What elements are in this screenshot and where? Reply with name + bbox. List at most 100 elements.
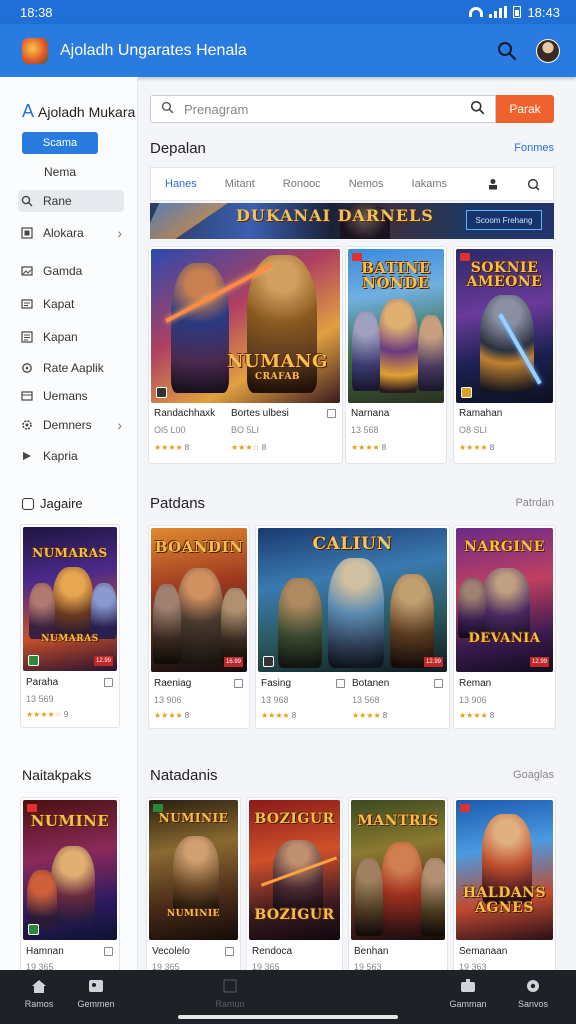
game-card[interactable]: SOKNIE AMEONE Ramahan O8 SLI ★★★★ 8 xyxy=(453,246,556,464)
side-game-card[interactable]: NUMINE Hamnan 19 365 xyxy=(20,797,120,977)
avatar[interactable] xyxy=(536,38,560,63)
game-card[interactable]: NUMANG CRAFAB Randachhaxk Bortes ulbesi … xyxy=(148,246,343,464)
status-bar: 18:38 18:43 xyxy=(0,0,576,24)
game-name: Ramahan xyxy=(459,408,503,419)
rating-stars-2: ★★★☆ 8 xyxy=(231,443,267,452)
home-indicator[interactable] xyxy=(178,1015,398,1019)
nav-gemmen[interactable]: Gemmen xyxy=(66,978,126,1009)
game-card[interactable]: BATINE NONDE Narnana 13 568 ★★★★ 8 xyxy=(345,246,447,464)
wishlist-checkbox[interactable] xyxy=(434,679,443,688)
sidebar-item-kapan[interactable]: Kapan xyxy=(18,326,124,348)
search-icon[interactable] xyxy=(496,40,518,62)
cover-title: NUMANG xyxy=(227,351,328,372)
platform-badge xyxy=(156,387,167,398)
sidebar-item-alokara[interactable]: Alokara › xyxy=(18,222,124,244)
side-game-card[interactable]: NUMARAS NUMARAS 12.99 Paraha 13 569 ★★★★… xyxy=(20,524,120,728)
cover-title: BATINE NONDE xyxy=(361,259,431,292)
sidebar-item-label: Gamda xyxy=(43,264,83,278)
game-card[interactable]: MANTRIS Benhan 19 563 xyxy=(348,797,448,977)
settings-icon xyxy=(20,418,34,432)
platform-badge xyxy=(28,655,39,666)
tab-nemos[interactable]: Nemos xyxy=(349,178,384,190)
section-title: Natadanis xyxy=(150,767,218,784)
sidebar-item-label: Uemans xyxy=(43,389,88,403)
game-card[interactable]: CALIUN 12.99 Fasing Botanen 13 968 13 56… xyxy=(255,525,450,729)
game-name: Hamnan xyxy=(26,946,64,957)
list-icon xyxy=(20,330,34,344)
rating-stars: ★★★★ 8 xyxy=(261,711,297,720)
rating-stars: ★★★★ 8 xyxy=(459,443,495,452)
sidebar-item-rate-aaplik[interactable]: Rate Aaplik xyxy=(18,357,124,379)
tab-ronooc[interactable]: Ronooc xyxy=(283,178,321,190)
game-card[interactable]: BOZIGUR BOZIGUR Rendoca 19 365 xyxy=(246,797,343,977)
chevron-right-icon: › xyxy=(117,225,122,241)
game-card[interactable]: NARGINE DEVANIA 12.99 Reman 13 906 ★★★★ 8 xyxy=(453,525,556,729)
wishlist-checkbox[interactable] xyxy=(336,679,345,688)
search-icon[interactable] xyxy=(525,176,541,192)
sidebar-pill-button[interactable]: Scama xyxy=(22,132,98,154)
rating-stars: ★★★★ 8 xyxy=(459,711,495,720)
sidebar-item-demners[interactable]: Demners › xyxy=(18,414,124,436)
platform-badge xyxy=(263,656,274,667)
promo-banner[interactable]: DUKANAI DARNELS Scoom Frehang xyxy=(150,203,554,239)
cover-title: NUMARAS xyxy=(32,546,108,560)
nav-ramun[interactable]: Ramun xyxy=(200,978,260,1009)
sidebar-item-kapria[interactable]: Kapria xyxy=(18,445,124,467)
nav-gamman[interactable]: Gamman xyxy=(438,978,498,1009)
game-cover-image: HALDANS AGNES xyxy=(456,800,553,940)
nav-label: Gamman xyxy=(449,999,487,1009)
nav-sanvos[interactable]: Sanvos xyxy=(503,978,563,1009)
sidebar-section-label: Jagaire xyxy=(40,496,83,511)
game-name: Randachhaxk xyxy=(154,408,216,419)
tab-iakams[interactable]: Iakams xyxy=(412,178,447,190)
game-card[interactable]: BOANDIN 16.99 Raeniag 13 906 ★★★★ 8 xyxy=(148,525,250,729)
price-badge: 12.99 xyxy=(529,657,549,667)
search-button[interactable]: Parak xyxy=(496,95,554,123)
platform-badge xyxy=(28,924,39,935)
sidebar-item-label: Kapria xyxy=(43,449,78,463)
banner-button[interactable]: Scoom Frehang xyxy=(466,210,542,230)
sidebar-header-label: Ajoladh Mukara xyxy=(38,103,136,120)
game-cover-image: NARGINE DEVANIA 12.99 xyxy=(456,528,553,672)
rating-stars: ★★★★☆ 9 xyxy=(26,710,69,719)
signal-icon xyxy=(489,6,508,18)
sidebar-item-label: Rate Aaplik xyxy=(43,361,104,375)
search-icon xyxy=(161,101,174,117)
wishlist-checkbox[interactable] xyxy=(234,679,243,688)
sidebar-plain-item[interactable]: Nema xyxy=(44,165,76,179)
search-icon[interactable] xyxy=(470,100,485,118)
sidebar-item-label: Demners xyxy=(43,418,92,432)
wishlist-checkbox[interactable] xyxy=(104,678,113,687)
game-card[interactable]: NUMINIE NUMINIE Vecolelo 19 365 xyxy=(146,797,241,977)
tab-mitant[interactable]: Mitant xyxy=(225,178,255,190)
game-name: Paraha xyxy=(26,677,59,688)
wishlist-checkbox[interactable] xyxy=(225,947,234,956)
nav-ramos[interactable]: Ramos xyxy=(9,978,69,1009)
wishlist-checkbox[interactable] xyxy=(327,409,336,418)
game-card[interactable]: HALDANS AGNES Semanaan 19 363 xyxy=(453,797,556,977)
section-title: Patdans xyxy=(150,495,206,512)
section-link[interactable]: Goaglas xyxy=(513,769,554,781)
tab-hanes[interactable]: Hanes xyxy=(165,178,197,190)
wishlist-checkbox[interactable] xyxy=(104,947,113,956)
sidebar-item-label: Kapat xyxy=(43,297,75,311)
sidebar-item-kapat[interactable]: Kapat xyxy=(18,293,124,315)
app-title: Ajoladh Ungarates Henala xyxy=(60,41,247,59)
section-title: Depalan xyxy=(150,140,206,157)
search-input[interactable]: Prenagram xyxy=(150,95,496,123)
cover-subtitle: NUMINIE xyxy=(166,909,221,919)
app-logo-icon[interactable] xyxy=(22,37,48,64)
nav-label: Gemmen xyxy=(77,999,115,1009)
price-badge: 12.99 xyxy=(423,657,443,667)
sidebar-item-gamda[interactable]: Gamda xyxy=(18,260,124,282)
new-badge xyxy=(27,804,37,812)
sidebar-item-uemans[interactable]: Uemans xyxy=(18,385,124,407)
status-right-time: 18:43 xyxy=(527,4,560,20)
section-link[interactable]: Patrdan xyxy=(515,497,554,509)
profile-icon[interactable] xyxy=(485,176,501,192)
section-link[interactable]: Fonmes xyxy=(514,142,554,154)
sidebar-item-rane[interactable]: Rane xyxy=(18,190,124,212)
game-cover-image: BOANDIN 16.99 xyxy=(151,528,247,672)
image-icon xyxy=(87,978,105,994)
cover-title: NARGINE xyxy=(464,539,545,555)
